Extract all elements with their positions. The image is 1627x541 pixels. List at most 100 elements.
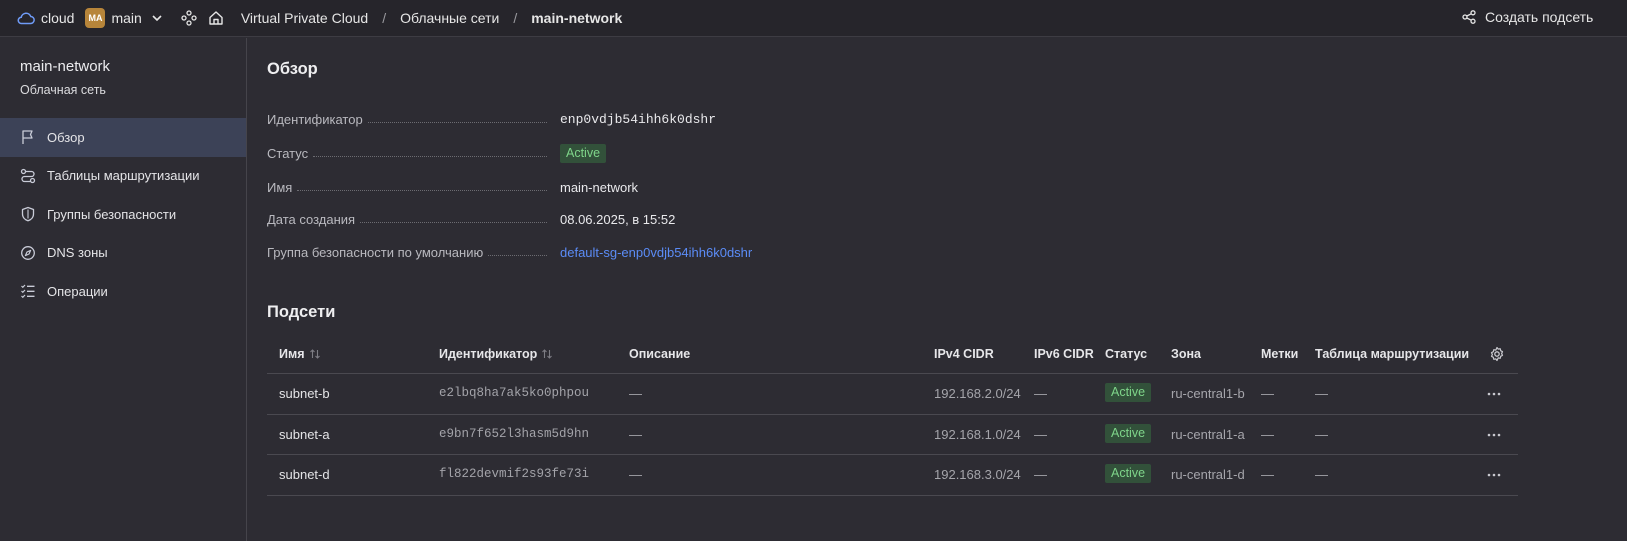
sort-icon	[542, 349, 553, 359]
services-button[interactable]	[181, 10, 197, 26]
subnet-ipv4: 192.168.3.0/24	[934, 467, 1021, 482]
prop-label: Статус	[267, 146, 309, 161]
share-nodes-icon	[1462, 10, 1476, 24]
column-header-zone: Зона	[1171, 347, 1201, 361]
subnet-labels: —	[1261, 426, 1274, 442]
sidebar-item-operations[interactable]: Операции	[0, 272, 246, 311]
sidebar-item-label: Обзор	[47, 129, 85, 145]
column-header-ipv4: IPv4 CIDR	[934, 347, 994, 361]
graph-nodes-icon	[181, 10, 197, 26]
subnets-heading: Подсети	[267, 303, 336, 321]
gear-icon	[1490, 346, 1504, 362]
sidebar-title: main-network	[20, 58, 111, 75]
cloud-selector[interactable]: cloud	[0, 10, 74, 26]
table-row[interactable]: subnet-b e2lbq8ha7ak5ko0phpou — 192.168.…	[267, 374, 1518, 415]
table-row[interactable]: subnet-a e9bn7f652l3hasm5d9hn — 192.168.…	[267, 415, 1518, 455]
sidebar-item-security-groups[interactable]: Группы безопасности	[0, 195, 246, 234]
prop-row-name: Имя main-network	[267, 178, 787, 198]
route-icon	[20, 168, 36, 183]
breadcrumb-networks[interactable]: Облачные сети	[400, 10, 499, 26]
sidebar-item-dns-zones[interactable]: DNS зоны	[0, 234, 246, 273]
prop-row-default-sg: Группа безопасности по умолчанию default…	[267, 243, 787, 263]
subnet-labels: —	[1261, 386, 1274, 401]
more-actions-icon[interactable]	[1486, 386, 1502, 402]
flag-icon	[22, 130, 33, 145]
create-subnet-label: Создать подсеть	[1485, 9, 1594, 25]
breadcrumb-separator: /	[513, 10, 518, 26]
subnet-ipv4: 192.168.2.0/24	[934, 386, 1021, 401]
table-settings-button[interactable]	[1485, 346, 1505, 362]
breadcrumb-vpc[interactable]: Virtual Private Cloud	[241, 10, 368, 26]
sidebar-item-label: Операции	[47, 283, 108, 299]
prop-row-created: Дата создания 08.06.2025, в 15:52	[267, 210, 787, 230]
breadcrumb-current: main-network	[531, 10, 623, 26]
subnet-id: e2lbq8ha7ak5ko0phpou	[439, 386, 590, 400]
chevron-down-icon	[152, 15, 162, 22]
sidebar-item-label: DNS зоны	[47, 245, 108, 261]
folder-label: main	[111, 10, 142, 26]
status-badge: Active	[1105, 464, 1152, 483]
created-date-value: 08.06.2025, в 15:52	[560, 212, 676, 227]
overview-heading: Обзор	[267, 60, 318, 78]
main-content: Обзор Идентификатор enp0vdjb54ihh6k0dshr…	[248, 38, 1627, 541]
prop-label: Дата создания	[267, 212, 356, 227]
column-header-ipv6: IPv6 CIDR	[1034, 347, 1094, 361]
subnet-zone: ru-central1-b	[1171, 386, 1245, 401]
sidebar-item-overview[interactable]: Обзор	[0, 118, 246, 157]
subnet-ipv4: 192.168.1.0/24	[934, 426, 1021, 442]
folder-avatar: MA	[85, 8, 106, 28]
subnet-name[interactable]: subnet-b	[279, 386, 330, 401]
network-id-value: enp0vdjb54ihh6k0dshr	[560, 112, 717, 127]
subnet-ipv6: —	[1034, 426, 1047, 442]
sidebar: main-network Облачная сеть Обзор Таблицы…	[0, 38, 247, 541]
column-header-route-table: Таблица маршрутизации	[1315, 347, 1470, 361]
network-name-value: main-network	[560, 180, 639, 195]
sidebar-item-label: Таблицы маршрутизации	[47, 168, 200, 184]
subnet-name[interactable]: subnet-a	[279, 427, 330, 442]
sort-icon	[309, 349, 320, 359]
column-header-description: Описание	[629, 347, 691, 361]
status-badge: Active	[560, 144, 607, 163]
more-actions-icon[interactable]	[1486, 427, 1502, 443]
status-badge: Active	[1105, 383, 1152, 402]
subnet-route-table: —	[1315, 467, 1328, 482]
subnet-description: —	[629, 386, 642, 401]
table-row[interactable]: subnet-d fl822devmif2s93fe73i — 192.168.…	[267, 455, 1518, 496]
subnet-zone: ru-central1-d	[1171, 467, 1245, 482]
shield-icon	[21, 207, 35, 222]
prop-label: Группа безопасности по умолчанию	[267, 245, 484, 260]
breadcrumb-separator: /	[382, 10, 387, 26]
cloud-icon	[17, 12, 35, 25]
status-badge: Active	[1105, 423, 1152, 443]
create-subnet-button[interactable]: Создать подсеть	[1462, 9, 1593, 25]
subnet-ipv6: —	[1034, 467, 1047, 482]
folder-selector[interactable]: MA main	[74, 8, 162, 28]
column-header-labels: Метки	[1261, 347, 1299, 361]
column-header-name[interactable]: Имя	[279, 347, 321, 361]
subnet-id: e9bn7f652l3hasm5d9hn	[439, 426, 590, 441]
sidebar-item-route-tables[interactable]: Таблицы маршрутизации	[0, 157, 246, 196]
subnet-ipv6: —	[1034, 386, 1047, 401]
breadcrumb: Virtual Private Cloud / Облачные сети / …	[241, 10, 622, 26]
subnet-labels: —	[1261, 467, 1274, 482]
default-sg-link[interactable]: default-sg-enp0vdjb54ihh6k0dshr	[560, 245, 752, 260]
subnet-id: fl822devmif2s93fe73i	[439, 467, 590, 481]
prop-label: Имя	[267, 180, 293, 195]
column-header-id[interactable]: Идентификатор	[439, 347, 553, 361]
table-header: Имя Идентификатор Описание IPv4 CIDR IPv…	[267, 336, 1518, 374]
subnets-table: Имя Идентификатор Описание IPv4 CIDR IPv…	[267, 336, 1518, 496]
subnet-description: —	[629, 426, 642, 442]
sidebar-item-label: Группы безопасности	[47, 206, 177, 222]
top-bar: cloud MA main Virtual Private Cloud / Об…	[0, 0, 1627, 37]
prop-row-status: Статус Active	[267, 144, 787, 164]
compass-icon	[21, 245, 35, 260]
list-check-icon	[21, 284, 35, 299]
subnet-zone: ru-central1-a	[1171, 426, 1245, 442]
sidebar-subtitle: Облачная сеть	[20, 83, 106, 97]
prop-label: Идентификатор	[267, 112, 363, 127]
subnet-name[interactable]: subnet-d	[279, 467, 330, 482]
subnet-route-table: —	[1315, 386, 1328, 401]
sidebar-menu: Обзор Таблицы маршрутизации Группы безоп…	[0, 118, 246, 311]
home-button[interactable]	[208, 10, 224, 26]
more-actions-icon[interactable]	[1486, 467, 1502, 483]
